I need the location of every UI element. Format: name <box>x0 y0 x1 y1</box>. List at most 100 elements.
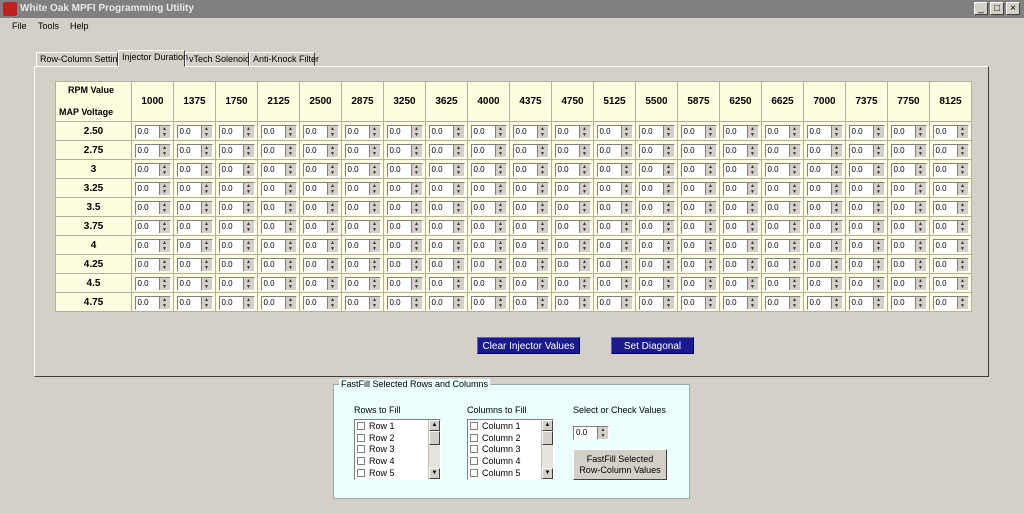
injector-value[interactable]: 0.0 <box>640 297 663 309</box>
injector-value[interactable]: 0.0 <box>556 221 579 233</box>
injector-value[interactable]: 0.0 <box>682 145 705 157</box>
injector-value[interactable]: 0.0 <box>136 240 159 252</box>
injector-value-spinner[interactable]: 0.0 ▲ ▼ <box>680 181 717 196</box>
injector-value-spinner[interactable]: 0.0 ▲ ▼ <box>932 162 969 177</box>
injector-value[interactable]: 0.0 <box>934 145 957 157</box>
spin-down-icon[interactable]: ▼ <box>200 188 212 195</box>
injector-value[interactable]: 0.0 <box>220 145 243 157</box>
tab-anti-knock-filter[interactable]: Anti-Knock Filter <box>249 52 319 66</box>
spin-down-icon[interactable]: ▼ <box>872 207 884 214</box>
injector-value-spinner[interactable]: 0.0 ▲ ▼ <box>134 162 171 177</box>
injector-value[interactable]: 0.0 <box>136 221 159 233</box>
injector-value-spinner[interactable]: 0.0 ▲ ▼ <box>764 257 801 272</box>
spin-down-icon[interactable]: ▼ <box>872 264 884 271</box>
injector-value[interactable]: 0.0 <box>934 278 957 290</box>
injector-value[interactable]: 0.0 <box>430 202 453 214</box>
injector-value-spinner[interactable]: 0.0 ▲ ▼ <box>638 276 675 291</box>
injector-value[interactable]: 0.0 <box>388 164 411 176</box>
spin-down-icon[interactable]: ▼ <box>956 245 968 252</box>
spin-down-icon[interactable]: ▼ <box>830 169 842 176</box>
injector-value[interactable]: 0.0 <box>430 259 453 271</box>
injector-value[interactable]: 0.0 <box>892 240 915 252</box>
spin-down-icon[interactable]: ▼ <box>452 283 464 290</box>
injector-value-spinner[interactable]: 0.0 ▲ ▼ <box>680 257 717 272</box>
spin-down-icon[interactable]: ▼ <box>662 245 674 252</box>
spin-down-icon[interactable]: ▼ <box>620 169 632 176</box>
spin-down-icon[interactable]: ▼ <box>452 188 464 195</box>
injector-value-spinner[interactable]: 0.0 ▲ ▼ <box>218 124 255 139</box>
injector-value-spinner[interactable]: 0.0 ▲ ▼ <box>554 143 591 158</box>
injector-value-spinner[interactable]: 0.0 ▲ ▼ <box>680 200 717 215</box>
injector-value-spinner[interactable]: 0.0 ▲ ▼ <box>386 143 423 158</box>
injector-value[interactable]: 0.0 <box>850 183 873 195</box>
injector-value-spinner[interactable]: 0.0 ▲ ▼ <box>848 162 885 177</box>
injector-value-spinner[interactable]: 0.0 ▲ ▼ <box>848 238 885 253</box>
injector-value[interactable]: 0.0 <box>556 278 579 290</box>
injector-value[interactable]: 0.0 <box>682 126 705 138</box>
spin-down-icon[interactable]: ▼ <box>200 302 212 309</box>
injector-value[interactable]: 0.0 <box>808 278 831 290</box>
injector-value[interactable]: 0.0 <box>724 145 747 157</box>
injector-value[interactable]: 0.0 <box>304 126 327 138</box>
injector-value[interactable]: 0.0 <box>262 126 285 138</box>
minimize-button[interactable]: _ <box>974 2 988 15</box>
spin-down-icon[interactable]: ▼ <box>284 131 296 138</box>
spin-down-icon[interactable]: ▼ <box>914 264 926 271</box>
injector-value[interactable]: 0.0 <box>556 202 579 214</box>
spin-down-icon[interactable]: ▼ <box>746 245 758 252</box>
spin-down-icon[interactable]: ▼ <box>914 283 926 290</box>
injector-value[interactable]: 0.0 <box>808 164 831 176</box>
injector-value[interactable]: 0.0 <box>178 126 201 138</box>
injector-value-spinner[interactable]: 0.0 ▲ ▼ <box>512 162 549 177</box>
spin-down-icon[interactable]: ▼ <box>326 264 338 271</box>
spin-down-icon[interactable]: ▼ <box>158 226 170 233</box>
injector-value-spinner[interactable]: 0.0 ▲ ▼ <box>680 162 717 177</box>
injector-value-spinner[interactable]: 0.0 ▲ ▼ <box>218 219 255 234</box>
injector-value[interactable]: 0.0 <box>850 297 873 309</box>
injector-value-spinner[interactable]: 0.0 ▲ ▼ <box>512 200 549 215</box>
spin-down-icon[interactable]: ▼ <box>242 245 254 252</box>
spin-down-icon[interactable]: ▼ <box>158 283 170 290</box>
spin-down-icon[interactable]: ▼ <box>158 188 170 195</box>
injector-value-spinner[interactable]: 0.0 ▲ ▼ <box>890 219 927 234</box>
clear-injector-values-button[interactable]: Clear Injector Values <box>477 337 580 354</box>
injector-value[interactable]: 0.0 <box>514 297 537 309</box>
injector-value-spinner[interactable]: 0.0 ▲ ▼ <box>722 219 759 234</box>
injector-value[interactable]: 0.0 <box>724 164 747 176</box>
spin-down-icon[interactable]: ▼ <box>368 245 380 252</box>
spin-down-icon[interactable]: ▼ <box>158 207 170 214</box>
spin-down-icon[interactable]: ▼ <box>830 226 842 233</box>
injector-value[interactable]: 0.0 <box>892 297 915 309</box>
injector-value-spinner[interactable]: 0.0 ▲ ▼ <box>554 181 591 196</box>
injector-value-spinner[interactable]: 0.0 ▲ ▼ <box>428 143 465 158</box>
spin-down-icon[interactable]: ▼ <box>662 188 674 195</box>
injector-value[interactable]: 0.0 <box>262 202 285 214</box>
spin-down-icon[interactable]: ▼ <box>662 150 674 157</box>
spin-down-icon[interactable]: ▼ <box>746 131 758 138</box>
injector-value[interactable]: 0.0 <box>766 221 789 233</box>
injector-value-spinner[interactable]: 0.0 ▲ ▼ <box>344 276 381 291</box>
spin-down-icon[interactable]: ▼ <box>452 169 464 176</box>
spin-down-icon[interactable]: ▼ <box>368 207 380 214</box>
injector-value[interactable]: 0.0 <box>640 183 663 195</box>
injector-value[interactable]: 0.0 <box>850 278 873 290</box>
spin-down-icon[interactable]: ▼ <box>914 150 926 157</box>
injector-value[interactable]: 0.0 <box>598 240 621 252</box>
injector-value[interactable]: 0.0 <box>892 259 915 271</box>
injector-value-spinner[interactable]: 0.0 ▲ ▼ <box>218 295 255 310</box>
spin-down-icon[interactable]: ▼ <box>242 302 254 309</box>
injector-value-spinner[interactable]: 0.0 ▲ ▼ <box>932 276 969 291</box>
injector-value[interactable]: 0.0 <box>430 126 453 138</box>
rows-listbox[interactable]: Row 1 Row 2 Row 3 Row 4 Row 5 ▲ ▼ <box>354 419 441 480</box>
checkbox[interactable] <box>470 433 478 442</box>
spin-down-icon[interactable]: ▼ <box>830 245 842 252</box>
injector-value[interactable]: 0.0 <box>808 126 831 138</box>
spin-down-icon[interactable]: ▼ <box>452 131 464 138</box>
injector-value-spinner[interactable]: 0.0 ▲ ▼ <box>428 200 465 215</box>
injector-value[interactable]: 0.0 <box>892 183 915 195</box>
injector-value-spinner[interactable]: 0.0 ▲ ▼ <box>722 257 759 272</box>
injector-value[interactable]: 0.0 <box>346 202 369 214</box>
injector-value-spinner[interactable]: 0.0 ▲ ▼ <box>890 143 927 158</box>
spin-down-icon[interactable]: ▼ <box>872 150 884 157</box>
spin-down-icon[interactable]: ▼ <box>578 169 590 176</box>
